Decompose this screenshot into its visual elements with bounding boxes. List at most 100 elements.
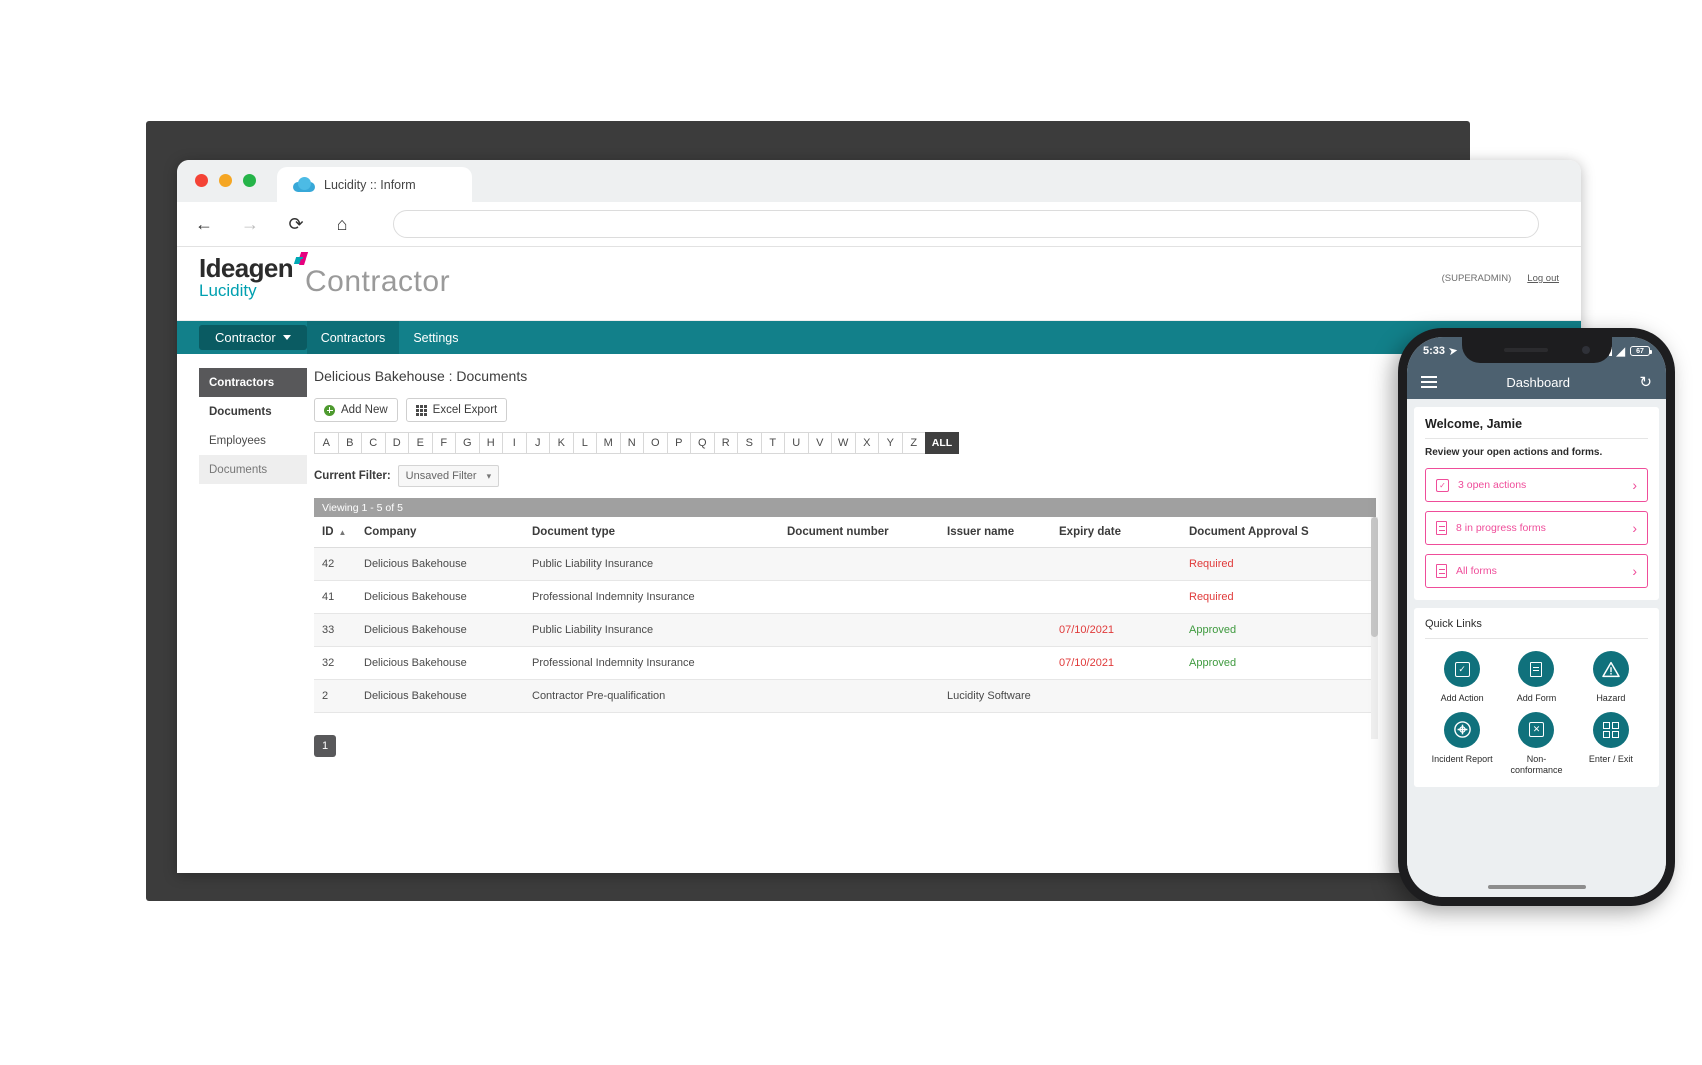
sidebar-item-documents-label: Documents <box>209 406 272 418</box>
alpha-filter-w[interactable]: W <box>831 432 856 454</box>
alpha-filter-s[interactable]: S <box>737 432 762 454</box>
row-document-type: Public Liability Insurance <box>524 614 779 647</box>
alpha-filter-y[interactable]: Y <box>878 432 903 454</box>
add-new-button[interactable]: Add New <box>314 398 398 422</box>
page-button-1[interactable]: 1 <box>314 735 336 757</box>
hamburger-menu-icon[interactable] <box>1421 376 1437 388</box>
alpha-filter-f[interactable]: F <box>432 432 457 454</box>
logout-link[interactable]: Log out <box>1527 273 1559 284</box>
alpha-filter-b[interactable]: B <box>338 432 363 454</box>
alpha-filter-z[interactable]: Z <box>902 432 927 454</box>
alpha-filter-d[interactable]: D <box>385 432 410 454</box>
alpha-filter-x[interactable]: X <box>855 432 880 454</box>
logo-wordmark: Ideagen <box>199 253 293 283</box>
sidebar-item-employees[interactable]: Employees <box>199 426 307 455</box>
row-expiry-date <box>1051 581 1181 614</box>
alpha-filter-i[interactable]: I <box>502 432 527 454</box>
minimize-window-button[interactable] <box>219 174 232 187</box>
viewing-count: Viewing 1 - 5 of 5 <box>314 498 1376 517</box>
alpha-filter-l[interactable]: L <box>573 432 598 454</box>
quick-link-enter-exit[interactable]: Enter / Exit <box>1574 712 1648 776</box>
alpha-filter-o[interactable]: O <box>643 432 668 454</box>
alpha-filter-e[interactable]: E <box>408 432 433 454</box>
col-issuer-name[interactable]: Issuer name <box>939 517 1051 548</box>
maximize-window-button[interactable] <box>243 174 256 187</box>
browser-tab[interactable]: Lucidity :: Inform <box>277 167 472 202</box>
current-filter-select[interactable]: Unsaved Filter ▾ <box>398 465 499 487</box>
col-company[interactable]: Company <box>356 517 524 548</box>
nav-item-settings[interactable]: Settings <box>399 321 472 354</box>
toolbar: Add New Excel Export <box>314 398 1581 422</box>
excel-export-button[interactable]: Excel Export <box>406 398 508 422</box>
reload-icon[interactable]: ⟳ <box>283 211 309 237</box>
browser-toolbar: ← → ⟳ ⌂ <box>177 202 1581 247</box>
row-issuer-name <box>939 548 1051 581</box>
refresh-icon[interactable]: ↻ <box>1639 373 1652 391</box>
quick-links-card: Quick Links ✓ Add Action Add Form <box>1414 608 1659 787</box>
alpha-filter-c[interactable]: C <box>361 432 386 454</box>
alpha-filter-n[interactable]: N <box>620 432 645 454</box>
table-row[interactable]: 33Delicious BakehousePublic Liability In… <box>314 614 1376 647</box>
alpha-filter-h[interactable]: H <box>479 432 504 454</box>
row-approval-status: Approved <box>1181 647 1376 680</box>
alpha-filter-q[interactable]: Q <box>690 432 715 454</box>
quick-link-non-conformance[interactable]: ✕ Non-conformance <box>1499 712 1573 776</box>
alpha-filter-u[interactable]: U <box>784 432 809 454</box>
sidebar-item-contractors-label: Contractors <box>209 377 274 389</box>
row-document-number <box>779 680 939 713</box>
col-approval-status[interactable]: Document Approval S <box>1181 517 1376 548</box>
sidebar-item-contractors[interactable]: Contractors <box>199 368 307 397</box>
home-icon[interactable]: ⌂ <box>329 211 355 237</box>
phone-screen: 5:33 ➤ ◢ 67 Dashboard ↻ We <box>1407 337 1666 897</box>
link-in-progress-forms[interactable]: 8 in progress forms › <box>1425 511 1648 545</box>
address-bar[interactable] <box>393 210 1539 238</box>
table-row[interactable]: 42Delicious BakehousePublic Liability In… <box>314 548 1376 581</box>
nav-item-contractors[interactable]: Contractors <box>307 321 400 354</box>
col-document-type[interactable]: Document type <box>524 517 779 548</box>
back-icon[interactable]: ← <box>191 211 217 237</box>
alpha-filter-g[interactable]: G <box>455 432 480 454</box>
row-company: Delicious Bakehouse <box>356 581 524 614</box>
quick-link-add-form-label: Add Form <box>1517 693 1557 704</box>
link-open-actions-label: 3 open actions <box>1458 479 1526 491</box>
col-expiry-date[interactable]: Expiry date <box>1051 517 1181 548</box>
alpha-filter-k[interactable]: K <box>549 432 574 454</box>
alpha-filter-p[interactable]: P <box>667 432 692 454</box>
row-id: 32 <box>314 647 356 680</box>
breadcrumb: Delicious Bakehouse : Documents <box>314 368 1581 384</box>
col-document-number[interactable]: Document number <box>779 517 939 548</box>
close-window-button[interactable] <box>195 174 208 187</box>
document-icon <box>1436 521 1447 535</box>
window-controls[interactable] <box>195 174 256 187</box>
forward-icon[interactable]: → <box>237 211 263 237</box>
browser-tab-title: Lucidity :: Inform <box>324 178 416 192</box>
sidebar-item-documents[interactable]: Documents <box>199 397 307 426</box>
table-row[interactable]: 2Delicious BakehouseContractor Pre-quali… <box>314 680 1376 713</box>
x-square-icon: ✕ <box>1518 712 1554 748</box>
row-id: 2 <box>314 680 356 713</box>
nav-contractor-dropdown[interactable]: Contractor <box>199 325 307 350</box>
alpha-filter-all[interactable]: ALL <box>925 432 959 454</box>
plus-circle-icon <box>324 405 335 416</box>
alpha-filter-r[interactable]: R <box>714 432 739 454</box>
table-row[interactable]: 41Delicious BakehouseProfessional Indemn… <box>314 581 1376 614</box>
table-row[interactable]: 32Delicious BakehouseProfessional Indemn… <box>314 647 1376 680</box>
grid-icon <box>416 405 427 416</box>
link-open-actions[interactable]: ✓ 3 open actions › <box>1425 468 1648 502</box>
quick-link-add-form[interactable]: Add Form <box>1499 651 1573 704</box>
alpha-filter-t[interactable]: T <box>761 432 786 454</box>
alpha-filter-v[interactable]: V <box>808 432 833 454</box>
alpha-filter-j[interactable]: J <box>526 432 551 454</box>
quick-link-hazard[interactable]: Hazard <box>1574 651 1648 704</box>
table-scrollbar-thumb[interactable] <box>1371 517 1378 637</box>
incident-target-icon <box>1444 712 1480 748</box>
link-all-forms[interactable]: All forms › <box>1425 554 1648 588</box>
sidebar-item-documents-sub[interactable]: Documents <box>199 455 307 484</box>
row-issuer-name <box>939 614 1051 647</box>
quick-link-add-action[interactable]: ✓ Add Action <box>1425 651 1499 704</box>
alpha-filter-a[interactable]: A <box>314 432 339 454</box>
alpha-filter-m[interactable]: M <box>596 432 621 454</box>
col-id[interactable]: ID▲ <box>314 517 356 548</box>
nav-contractor-label: Contractor <box>215 330 276 345</box>
quick-link-incident-report[interactable]: Incident Report <box>1425 712 1499 776</box>
